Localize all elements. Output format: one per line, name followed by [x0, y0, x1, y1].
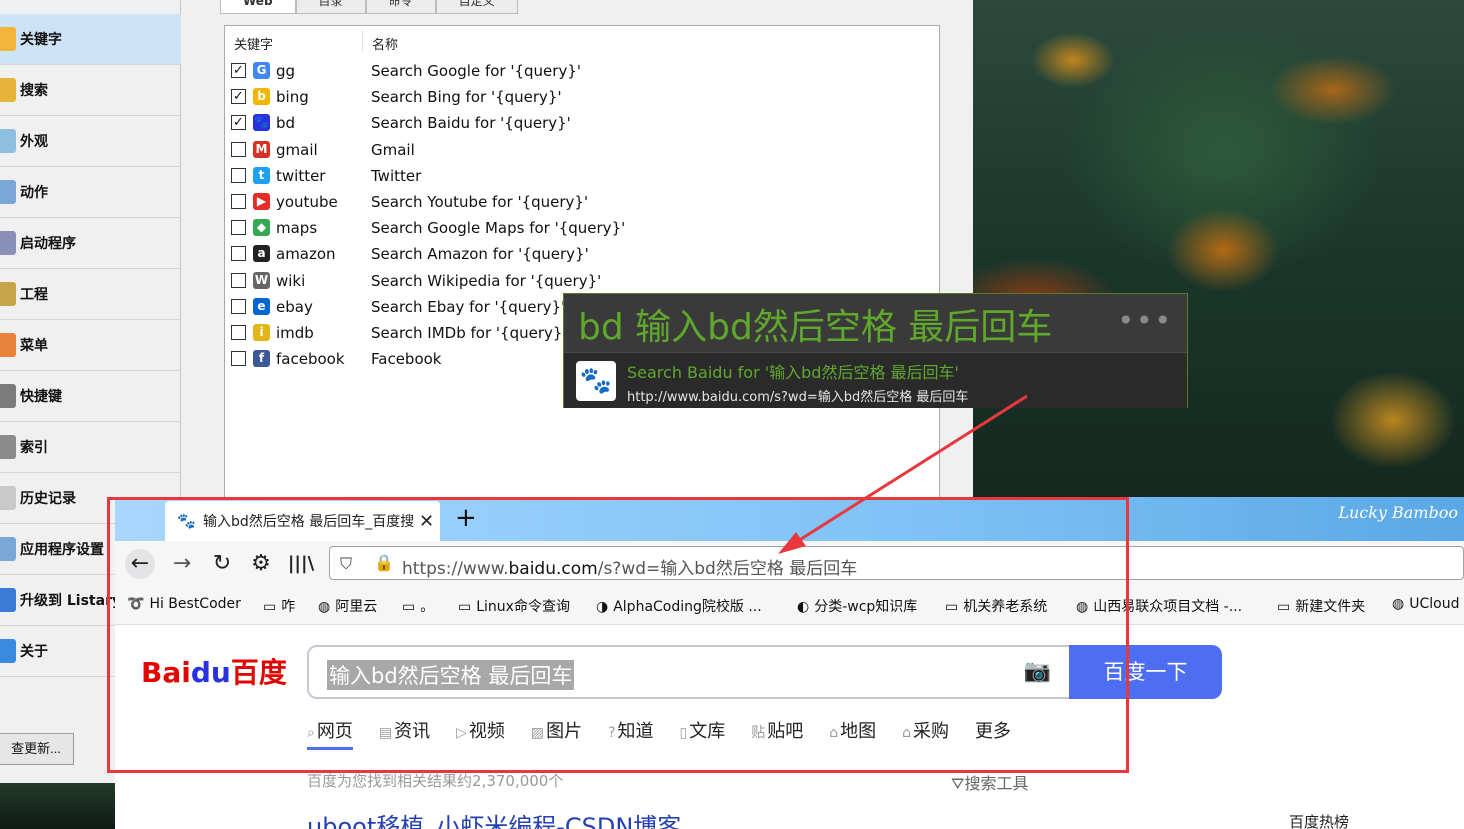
- annotation-arrow: [778, 394, 1028, 554]
